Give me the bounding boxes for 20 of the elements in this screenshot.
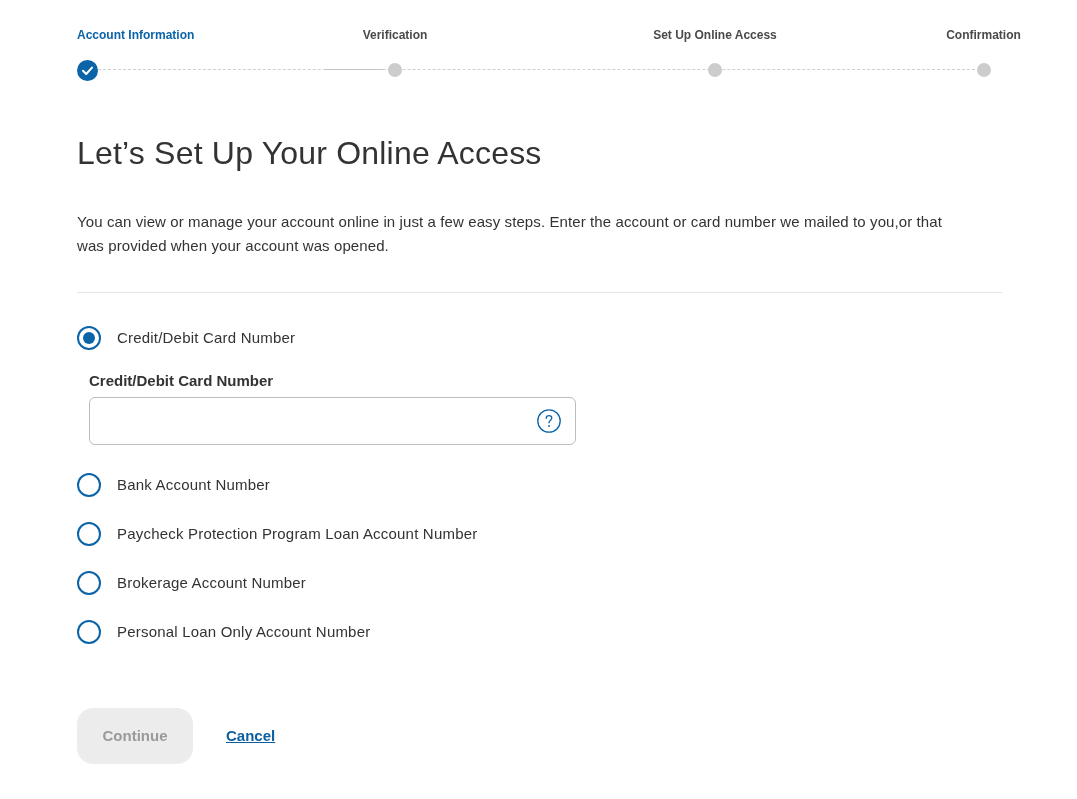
step-label: Confirmation: [946, 27, 1021, 43]
radio-label: Brokerage Account Number: [117, 572, 307, 593]
step-label: Account Information: [77, 27, 195, 43]
radio-button[interactable]: [77, 326, 101, 350]
cancel-link[interactable]: Cancel: [226, 724, 276, 748]
field-label: Credit/Debit Card Number: [89, 371, 274, 391]
radio-button[interactable]: [77, 522, 101, 546]
radio-button[interactable]: [77, 473, 101, 497]
help-icon[interactable]: [537, 409, 561, 433]
page-heading: Let’s Set Up Your Online Access: [77, 134, 542, 173]
radio-button[interactable]: [77, 620, 101, 644]
radio-label: Bank Account Number: [117, 474, 271, 495]
intro-text: You can view or manage your account online in just a few easy steps. Enter the account or card number we mailed to you,or that was provided when your account was opened.: [77, 212, 944, 256]
radio-button[interactable]: [77, 571, 101, 595]
step-label: Set Up Online Access: [653, 27, 777, 43]
card-number-field[interactable]: [89, 397, 576, 445]
radio-label: Paycheck Protection Program Loan Account Number: [117, 523, 478, 544]
step-label: Verification: [362, 27, 428, 43]
radio-label: Credit/Debit Card Number: [117, 327, 296, 348]
radio-label: Personal Loan Only Account Number: [117, 621, 371, 642]
